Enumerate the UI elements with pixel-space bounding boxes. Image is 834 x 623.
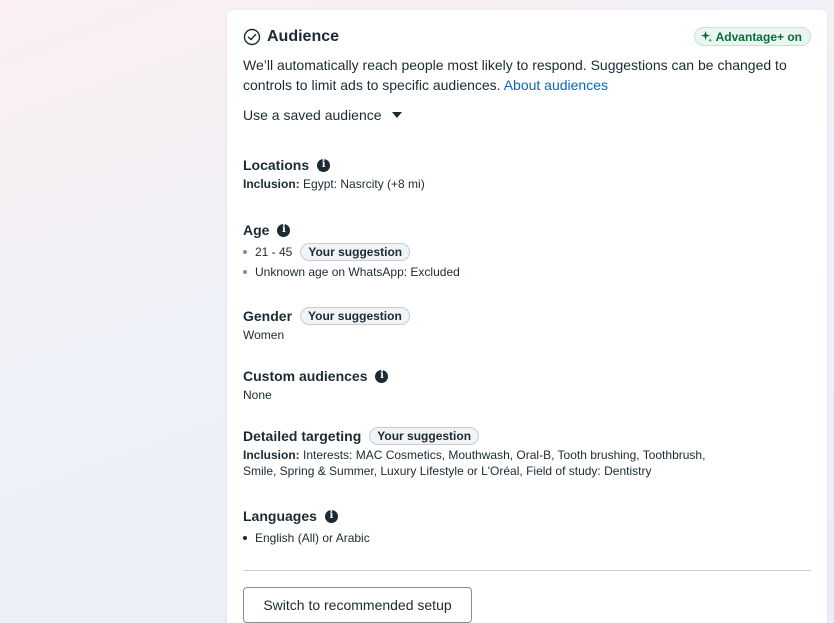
age-list: 21 - 45 Your suggestion Unknown age on W… [243,242,813,282]
gender-section: Gender Your suggestion Women [243,307,813,343]
age-range: 21 - 45 [255,245,293,259]
sparkle-icon [700,31,712,42]
caret-down-icon [391,112,402,118]
unknown-age-text: Unknown age on WhatsApp: Excluded [255,265,460,279]
saved-audience-dropdown[interactable]: Use a saved audience [243,107,402,123]
list-item: English (All) or Arabic [243,528,813,548]
about-audiences-link[interactable]: About audiences [504,77,608,93]
custom-audiences-section: Custom audiences i None [243,367,813,403]
switch-to-recommended-button[interactable]: Switch to recommended setup [243,587,472,623]
list-item: Unknown age on WhatsApp: Excluded [243,262,813,282]
divider [243,570,811,571]
section-title: Audience [267,28,340,45]
suggestion-badge: Your suggestion [369,427,480,445]
targeting-line-1: Interests: MAC Cosmetics, Mouthwash, Ora… [303,448,706,462]
suggestion-badge: Your suggestion [300,243,411,261]
targeting-line-2: Smile, Spring & Summer, Luxury Lifestyle… [243,464,652,478]
info-icon[interactable]: i [317,158,331,172]
audience-header: Audience Advantage+ on [243,26,811,48]
age-section: Age i 21 - 45 Your suggestion Unknown ag… [243,221,813,282]
check-circle-icon [243,28,261,46]
audience-description: We’ll automatically reach people most li… [243,55,813,95]
info-icon[interactable]: i [277,223,291,237]
custom-audiences-value: None [243,388,272,402]
list-item: 21 - 45 Your suggestion [243,242,813,262]
detailed-targeting-title: Detailed targeting [243,428,362,444]
info-icon[interactable]: i [375,369,389,383]
locations-title: Locations [243,157,310,173]
gender-value: Women [243,328,285,342]
language-value: English (All) or Arabic [255,531,370,545]
inclusion-prefix: Inclusion: [243,177,300,191]
suggestion-badge: Your suggestion [300,307,410,325]
inclusion-prefix: Inclusion: [243,448,300,462]
locations-section: Locations i Inclusion: Egypt: Nasrcity (… [243,156,813,192]
languages-list: English (All) or Arabic [243,528,813,548]
locations-text: Egypt: Nasrcity (+8 mi) [303,177,425,191]
custom-audiences-title: Custom audiences [243,368,368,384]
info-icon[interactable]: i [324,509,338,523]
languages-section: Languages i English (All) or Arabic [243,507,813,548]
audience-card: Audience Advantage+ on We’ll automatical… [227,10,827,623]
advantage-badge-label: Advantage+ on [715,29,802,44]
detailed-targeting-section: Detailed targeting Your suggestion Inclu… [243,427,813,479]
gender-title: Gender [243,308,293,324]
advantage-plus-badge[interactable]: Advantage+ on [693,27,811,46]
languages-title: Languages [243,508,317,524]
age-title: Age [243,222,270,238]
locations-value: Inclusion: Egypt: Nasrcity (+8 mi) [243,176,813,192]
saved-audience-label: Use a saved audience [243,107,382,123]
detailed-targeting-value: Inclusion: Interests: MAC Cosmetics, Mou… [243,447,813,479]
